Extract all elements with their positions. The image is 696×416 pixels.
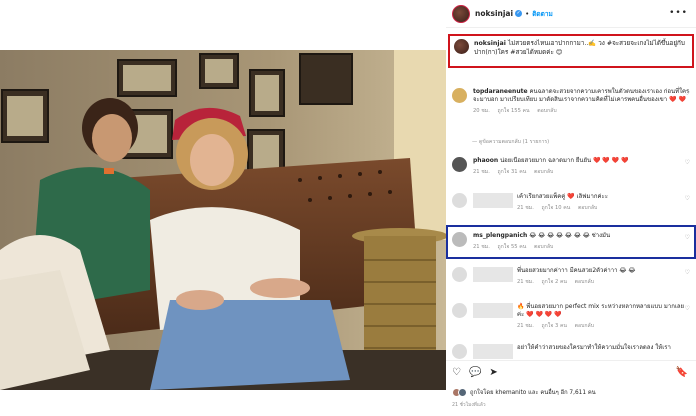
comment-text: พี่นอยสวยมากค่าาา มีคนสวย2ตัวค่าาา 😂 😂 [517, 267, 636, 274]
comment-username[interactable]: ms_plengpanich [473, 232, 527, 239]
photo-illustration [0, 50, 446, 390]
blurred-avatar [452, 344, 467, 359]
like-icon[interactable]: ♡ [452, 367, 461, 378]
comment-body: 🔥 พี่นอยสวยมาก perfect mix ระหว่างหลากหล… [473, 303, 690, 330]
comment-time: 21 ชม. [473, 244, 490, 250]
comment-like-icon[interactable]: ♡ [685, 234, 690, 241]
comment-body: พี่นอยสวยมากค่าาา มีคนสวย2ตัวค่าาา 😂 😂 2… [473, 267, 690, 286]
separator-dot: • [525, 9, 530, 18]
comment-body: เค้าเรียกสวยแพ็คคู่ ❤️ เลิฟมากค่ะะ 21 ชม… [473, 193, 690, 212]
comment-likes[interactable]: ถูกใจ 31 คน [498, 169, 527, 175]
comment-time: 20 ชม. [473, 108, 490, 114]
reply-button[interactable]: ตอบกลับ [575, 323, 594, 329]
author-avatar[interactable] [452, 4, 470, 23]
caption-highlight-box: noksinjai ไม่สวยตรงไหนเอาปากกามา..✍️ วง … [448, 34, 694, 68]
comment-item: phaoon น่อยเนือยสวยมาก ฉลาดมาก ยืนยัน ❤️… [452, 157, 690, 176]
comment-likes[interactable]: ถูกใจ 155 คน [498, 108, 530, 114]
comment-meta: 21 ชม. ถูกใจ 55 คน ตอบกลับ [473, 243, 690, 251]
comment-like-icon[interactable]: ♡ [685, 195, 690, 202]
comment-username[interactable]: phaoon [473, 157, 498, 164]
comment-time: 21 ชม. [517, 279, 534, 285]
caption-text-block: noksinjai ไม่สวยตรงไหนเอาปากกามา..✍️ วง … [474, 39, 688, 63]
comment-likes[interactable]: ถูกใจ 55 คน [498, 244, 527, 250]
comment-body: ms_plengpanich 😂 😂 😂 😂 😂 😂 😂 ช่างมัน 21 … [473, 232, 690, 251]
blurred-username [473, 344, 513, 359]
reply-button[interactable]: ตอบกลับ [537, 108, 556, 114]
more-options-icon[interactable]: ••• [669, 8, 688, 18]
comment-text: น่อยเนือยสวยมาก ฉลาดมาก ยืนยัน ❤️ ❤️ ❤️ … [500, 157, 629, 164]
comment-body: phaoon น่อยเนือยสวยมาก ฉลาดมาก ยืนยัน ❤️… [473, 157, 690, 176]
comment-time: 21 ชม. [473, 169, 490, 175]
liker-avatar [458, 387, 467, 397]
comment-like-icon[interactable]: ♡ [685, 159, 690, 166]
caption-text: ไม่สวยตรงไหนเอาปากกามา..✍️ วง #จะสวยจะเก… [474, 40, 685, 56]
blurred-avatar [452, 267, 467, 282]
post-header: noksinjai ✓ • ติดตาม ••• [446, 0, 696, 28]
blurred-username [473, 267, 513, 282]
follow-button[interactable]: ติดตาม [532, 9, 553, 19]
commenter-avatar[interactable] [452, 157, 467, 172]
comment-icon[interactable]: 💬 [469, 367, 481, 378]
comment-text: 🔥 พี่นอยสวยมาก perfect mix ระหว่างหลากหล… [517, 303, 685, 318]
post-photo[interactable] [0, 50, 446, 390]
comment-item: 🔥 พี่นอยสวยมาก perfect mix ระหว่างหลากหล… [452, 303, 690, 330]
blurred-username [473, 303, 513, 318]
comment-likes[interactable]: ถูกใจ 3 คน [542, 323, 567, 329]
comment-like-icon[interactable]: ♡ [685, 269, 690, 276]
author-username[interactable]: noksinjai [475, 9, 513, 18]
post-actions: ♡ 💬 ➤ [452, 367, 498, 378]
comment-meta: 21 ชม. ถูกใจ 10 คน ตอบกลับ [517, 204, 690, 212]
view-replies-link[interactable]: — ดูข้อความตอบกลับ (1 รายการ) [472, 138, 549, 146]
reply-button[interactable]: ตอบกลับ [578, 205, 597, 211]
blurred-username [473, 193, 513, 208]
likes-text[interactable]: ถูกใจโดย khemanito และ คนอื่นๆ อีก 7,611… [470, 387, 596, 397]
comment-username[interactable]: topdaraneenute [473, 88, 528, 95]
comment-text: อย่าให้คำว่าสวยของใครมาทำให้ความมั่นใจเร… [517, 344, 671, 351]
reply-button[interactable]: ตอบกลับ [534, 244, 553, 250]
comment-item: พี่นอยสวยมากค่าาา มีคนสวย2ตัวค่าาา 😂 😂 2… [452, 267, 690, 286]
caption-avatar[interactable] [454, 39, 469, 54]
comment-body: อย่าให้คำว่าสวยของใครมาทำให้ความมั่นใจเร… [473, 344, 690, 359]
verified-badge-icon: ✓ [515, 10, 523, 17]
comment-likes[interactable]: ถูกใจ 2 คน [542, 279, 567, 285]
blurred-avatar [452, 193, 467, 208]
comment-time: 21 ชม. [517, 205, 534, 211]
comment-text: เค้าเรียกสวยแพ็คคู่ ❤️ เลิฟมากค่ะะ [517, 193, 608, 200]
caption-username[interactable]: noksinjai [474, 40, 506, 47]
reply-button[interactable]: ตอบกลับ [575, 279, 594, 285]
blurred-avatar [452, 303, 467, 318]
commenter-avatar[interactable] [452, 232, 467, 247]
comment-like-icon[interactable]: ♡ [685, 90, 690, 97]
comment-likes[interactable]: ถูกใจ 10 คน [542, 205, 571, 211]
comment-item: topdaraneenute คนฉลาดจะสวยจากความเคารพใน… [452, 88, 690, 115]
comment-item: เค้าเรียกสวยแพ็คคู่ ❤️ เลิฟมากค่ะะ 21 ชม… [452, 193, 690, 212]
likes-summary: ถูกใจโดย khemanito และ คนอื่นๆ อีก 7,611… [452, 387, 596, 397]
comment-body: topdaraneenute คนฉลาดจะสวยจากความเคารพใน… [473, 88, 690, 115]
comment-text: 😂 😂 😂 😂 😂 😂 😂 ช่างมัน [529, 232, 611, 239]
comment-meta: 20 ชม. ถูกใจ 155 คน ตอบกลับ [473, 107, 690, 115]
post-sidebar: noksinjai ✓ • ติดตาม ••• noksinjai ไม่สว… [446, 0, 696, 416]
comment-item: อย่าให้คำว่าสวยของใครมาทำให้ความมั่นใจเร… [452, 344, 690, 359]
comment-meta: 21 ชม. ถูกใจ 2 คน ตอบกลับ [517, 278, 690, 286]
comment-time: 21 ชม. [517, 323, 534, 329]
bookmark-icon[interactable]: 🔖 [676, 367, 688, 378]
comment-meta: 21 ชม. ถูกใจ 3 คน ตอบกลับ [517, 322, 690, 330]
comment-like-icon[interactable]: ♡ [685, 305, 690, 312]
comment-meta: 21 ชม. ถูกใจ 31 คน ตอบกลับ [473, 168, 690, 176]
share-icon[interactable]: ➤ [489, 367, 497, 378]
reply-button[interactable]: ตอบกลับ [534, 169, 553, 175]
post-date: 21 ชั่วโมงที่แล้ว [452, 403, 486, 408]
commenter-avatar[interactable] [452, 88, 467, 103]
post-photo-pane [0, 0, 446, 416]
post-footer: ♡ 💬 ➤ 🔖 ถูกใจโดย khemanito และ คนอื่นๆ อ… [446, 360, 696, 416]
comment-item: ms_plengpanich 😂 😂 😂 😂 😂 😂 😂 ช่างมัน 21 … [452, 232, 690, 251]
